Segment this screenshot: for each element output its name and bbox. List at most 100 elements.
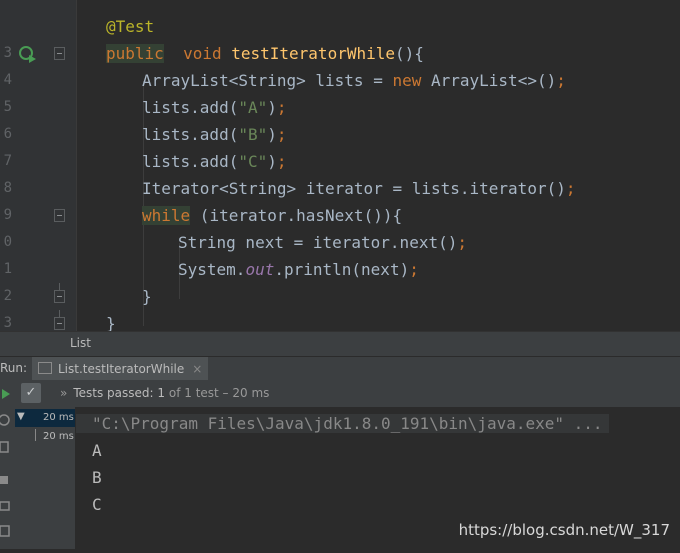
line-number: 3	[3, 45, 12, 61]
fold-end-marker[interactable]	[54, 283, 65, 303]
code-token: lists.add(	[142, 152, 239, 171]
string-token: "B"	[238, 125, 268, 144]
console-output-line: A	[92, 441, 102, 460]
console-command-line: "C:\Program Files\Java\jdk1.8.0_191\bin\…	[76, 410, 609, 437]
code-line: 6 lists.add("B");	[0, 121, 680, 148]
method-name-token: testIteratorWhile	[231, 44, 395, 63]
code-line: 3 }	[0, 310, 680, 331]
tree-connector	[35, 429, 36, 441]
run-configuration-tab[interactable]: List.testIteratorWhile ×	[32, 357, 209, 381]
code-text: Iterator<String> iterator = lists.iterat…	[142, 175, 575, 202]
line-number: 0	[3, 234, 12, 250]
rerun-failed-icon[interactable]	[0, 414, 10, 426]
code-line: 3 public void testIteratorWhile(){	[0, 40, 680, 67]
code-token: }	[142, 287, 152, 306]
check-icon[interactable]: ✓	[21, 383, 41, 403]
stop-icon[interactable]	[0, 476, 8, 484]
code-line: 5 lists.add("A");	[0, 94, 680, 121]
test-tree[interactable]: ▼ 20 ms 20 ms	[15, 407, 76, 549]
console-output-line: C	[92, 495, 102, 514]
string-token: "C"	[238, 152, 268, 171]
toggle-icon[interactable]	[0, 441, 9, 453]
code-line: 4 ArrayList<String> lists = new ArrayLis…	[0, 67, 680, 94]
line-number: 8	[3, 180, 12, 196]
code-text: while (iterator.hasNext()){	[142, 202, 402, 229]
export-icon[interactable]	[0, 525, 10, 537]
test-status-bar: ✓ » Tests passed: 1 of 1 test – 20 ms	[15, 380, 680, 408]
code-token: )	[267, 125, 277, 144]
breadcrumb-bar: List	[0, 331, 680, 357]
fold-marker[interactable]	[54, 209, 65, 222]
keyword-token: new	[392, 71, 422, 90]
fold-end-marker[interactable]	[54, 310, 65, 330]
expand-arrow-icon[interactable]: ▼	[17, 411, 25, 422]
keyword-token: void	[183, 44, 222, 63]
code-token: }	[106, 314, 116, 331]
run-config-icon	[38, 362, 52, 374]
string-token: "A"	[238, 98, 268, 117]
code-text: String next = iterator.next();	[178, 229, 467, 256]
code-text: @Test	[106, 13, 154, 40]
line-number: 4	[3, 72, 12, 88]
tests-passed-count: 1	[157, 386, 166, 400]
run-test-icon[interactable]	[18, 44, 38, 64]
keyword-token: while	[142, 206, 191, 225]
code-line: 9 while (iterator.hasNext()){	[0, 202, 680, 229]
code-token: (){	[395, 44, 424, 63]
run-toolbar-icons	[0, 389, 10, 537]
annotation-token: @Test	[106, 17, 155, 36]
code-text: System.out.println(next);	[178, 256, 419, 283]
semicolon-token: ;	[276, 125, 287, 144]
code-token: String next = iterator.next()	[178, 233, 458, 252]
code-token: ArrayList<>()	[421, 71, 557, 90]
tests-status: » Tests passed: 1 of 1 test – 20 ms	[60, 386, 269, 400]
line-number: 3	[3, 315, 12, 331]
fold-marker[interactable]	[54, 47, 65, 60]
tests-total-text: of 1 test – 20 ms	[168, 386, 270, 400]
code-text: ArrayList<String> lists = new ArrayList<…	[142, 67, 566, 94]
test-tree-root[interactable]: ▼ 20 ms	[15, 409, 75, 427]
semicolon-token: ;	[556, 71, 566, 90]
code-token: ArrayList<String> lists =	[142, 71, 393, 90]
breadcrumb-class[interactable]: List	[70, 336, 91, 350]
line-number: 5	[3, 99, 12, 115]
code-token: )	[267, 152, 277, 171]
chevron-icon[interactable]: »	[60, 386, 67, 400]
test-tree-item[interactable]: 20 ms	[15, 428, 75, 446]
line-number: 1	[3, 261, 12, 277]
play-icon[interactable]	[2, 389, 10, 399]
code-text: }	[142, 283, 152, 310]
watermark-text: https://blog.csdn.net/W_317	[458, 521, 670, 539]
static-field-token: out	[245, 260, 275, 279]
semicolon-token: ;	[276, 98, 287, 117]
code-text: lists.add("C");	[142, 148, 287, 175]
semicolon-token: ;	[565, 179, 576, 198]
test-duration: 20 ms	[43, 412, 74, 423]
run-tab-label: List.testIteratorWhile	[58, 362, 185, 376]
code-token: (iterator.hasNext()){	[190, 206, 403, 225]
run-label: Run:	[0, 361, 28, 375]
code-token: System.	[178, 260, 246, 279]
line-number: 6	[3, 126, 12, 142]
code-text: lists.add("B");	[142, 121, 287, 148]
run-toolbar	[0, 380, 15, 549]
close-icon[interactable]: ×	[192, 362, 202, 376]
code-editor[interactable]: @Test 3 public void testIteratorWhile(){…	[0, 0, 680, 331]
code-line: 0 String next = iterator.next();	[0, 229, 680, 256]
semicolon-token: ;	[276, 152, 287, 171]
camera-icon[interactable]	[0, 501, 10, 511]
semicolon-token: ;	[409, 260, 419, 279]
line-number: 9	[3, 207, 12, 223]
semicolon-token: ;	[457, 233, 467, 252]
code-token: lists.add(	[142, 98, 239, 117]
test-duration: 20 ms	[43, 431, 74, 442]
line-number: 7	[3, 153, 12, 169]
code-line: 8 Iterator<String> iterator = lists.iter…	[0, 175, 680, 202]
run-tool-window-header: Run: List.testIteratorWhile ×	[0, 356, 680, 382]
line-number: 2	[3, 288, 12, 304]
code-token: lists.add(	[142, 125, 239, 144]
code-line: 7 lists.add("C");	[0, 148, 680, 175]
code-text: public void testIteratorWhile(){	[106, 40, 424, 67]
code-text: lists.add("A");	[142, 94, 287, 121]
java-command[interactable]: "C:\Program Files\Java\jdk1.8.0_191\bin\…	[76, 414, 609, 433]
